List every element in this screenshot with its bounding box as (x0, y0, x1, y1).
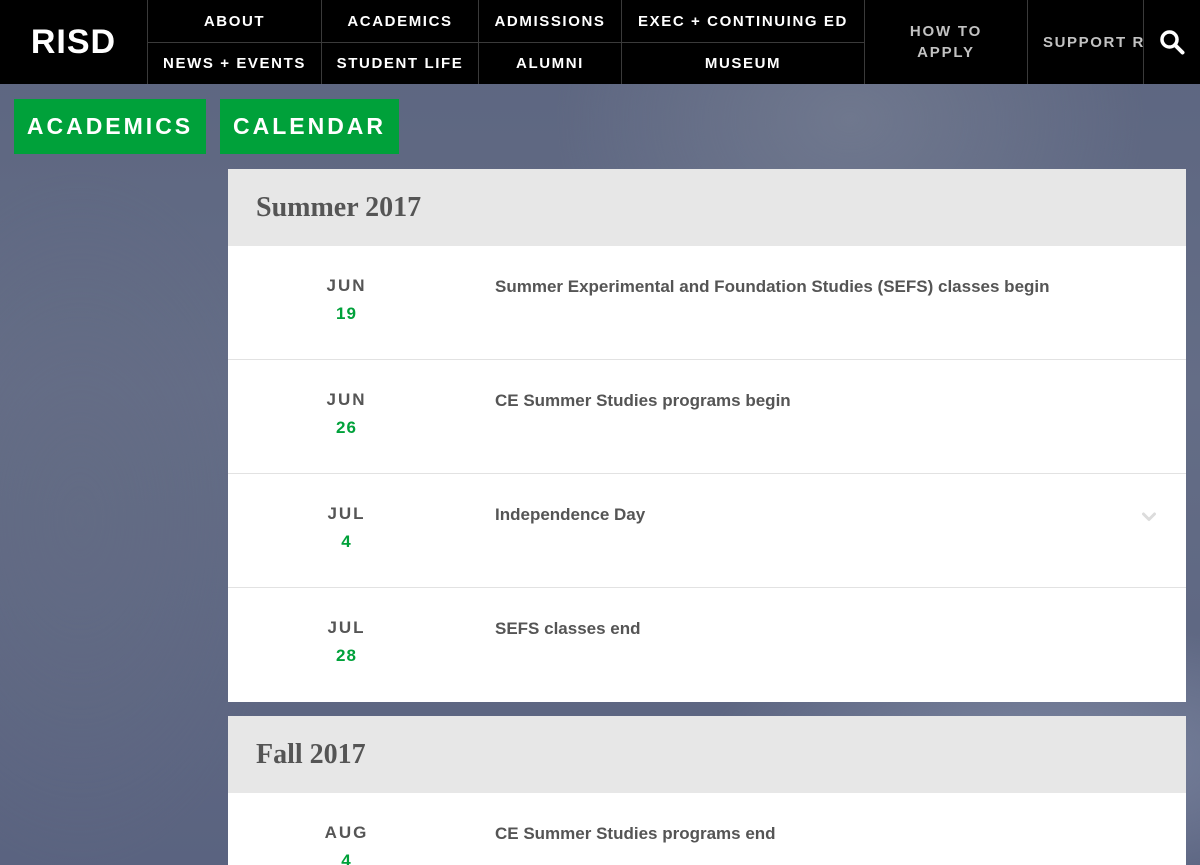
main-menu: ABOUT ACADEMICS ADMISSIONS EXEC + CONTIN… (148, 0, 865, 84)
event-title: Independence Day (495, 505, 646, 524)
event-day: 4 (341, 532, 352, 551)
event-title: SEFS classes end (495, 619, 641, 638)
nav-news-events[interactable]: NEWS + EVENTS (148, 43, 322, 84)
event-day: 4 (341, 851, 352, 865)
nav-about[interactable]: ABOUT (148, 0, 322, 42)
chevron-down-icon[interactable] (1142, 512, 1156, 522)
nav-alumni[interactable]: ALUMNI (479, 43, 622, 84)
breadcrumb-calendar[interactable]: CALENDAR (220, 99, 399, 154)
calendar-event[interactable]: JUN 19 Summer Experimental and Foundatio… (228, 246, 1186, 359)
event-day: 26 (336, 418, 357, 437)
calendar-panel-fall-2017: Fall 2017 AUG 4 CE Summer Studies progra… (228, 716, 1186, 865)
nav-academics[interactable]: ACADEMICS (322, 0, 479, 42)
calendar-event[interactable]: JUL 28 SEFS classes end (228, 587, 1186, 701)
event-day: 19 (336, 304, 357, 323)
event-month: AUG (324, 823, 369, 842)
calendar-panel-summer-2017: Summer 2017 JUN 19 Summer Experimental a… (228, 169, 1186, 702)
support-risd-link[interactable]: SUPPORT RISD (1028, 0, 1144, 84)
event-month: JUL (327, 504, 366, 523)
event-title: CE Summer Studies programs end (495, 824, 776, 843)
event-title: CE Summer Studies programs begin (495, 391, 791, 410)
search-icon (1160, 30, 1185, 55)
event-month: JUN (326, 390, 367, 409)
event-date: JUL 28 (228, 618, 465, 666)
calendar-event[interactable]: AUG 4 CE Summer Studies programs end (228, 793, 1186, 865)
event-title: Summer Experimental and Foundation Studi… (495, 277, 1050, 296)
event-month: JUN (326, 276, 367, 295)
event-date: JUL 4 (228, 504, 465, 552)
term-heading: Fall 2017 (228, 716, 1186, 793)
nav-museum[interactable]: MUSEUM (622, 43, 865, 84)
event-date: JUN 19 (228, 276, 465, 324)
nav-exec-continuing-ed[interactable]: EXEC + CONTINUING ED (622, 0, 865, 42)
how-to-apply-label: HOW TO APPLY (909, 23, 983, 61)
main-menu-row-2: NEWS + EVENTS STUDENT LIFE ALUMNI MUSEUM (148, 42, 865, 84)
top-navigation: RISD ABOUT ACADEMICS ADMISSIONS EXEC + C… (0, 0, 1200, 84)
event-date: JUN 26 (228, 390, 465, 438)
nav-admissions[interactable]: ADMISSIONS (479, 0, 622, 42)
nav-student-life[interactable]: STUDENT LIFE (322, 43, 479, 84)
breadcrumb-academics[interactable]: ACADEMICS (14, 99, 206, 154)
how-to-apply-link[interactable]: HOW TO APPLY (865, 0, 1028, 84)
event-month: JUL (327, 618, 366, 637)
event-date: AUG 4 (228, 823, 465, 865)
calendar-event[interactable]: JUL 4 Independence Day (228, 473, 1186, 587)
event-day: 28 (336, 646, 357, 665)
search-button[interactable] (1144, 0, 1200, 84)
main-menu-row-1: ABOUT ACADEMICS ADMISSIONS EXEC + CONTIN… (148, 0, 865, 42)
term-heading: Summer 2017 (228, 169, 1186, 246)
risd-logo[interactable]: RISD (0, 0, 148, 84)
calendar-event[interactable]: JUN 26 CE Summer Studies programs begin (228, 359, 1186, 473)
